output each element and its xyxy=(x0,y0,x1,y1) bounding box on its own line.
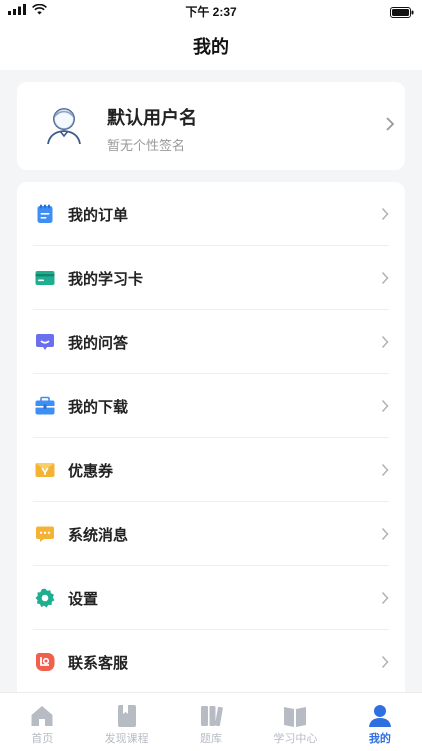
chevron-right-icon xyxy=(381,271,389,285)
tab-profile[interactable]: 我的 xyxy=(338,693,422,751)
menu-list: 我的订单 我的学习卡 我的问答 我的下载 优惠券 系统消息 设置 联系客服 xyxy=(17,182,405,712)
status-time: 下午 2:37 xyxy=(185,5,237,19)
study-center-icon xyxy=(284,707,307,727)
menu-item-orders[interactable]: 我的订单 xyxy=(17,182,405,246)
tab-study-center[interactable]: 学习中心 xyxy=(253,693,337,751)
chevron-right-icon xyxy=(381,591,389,605)
menu-item-downloads[interactable]: 我的下载 xyxy=(17,374,405,438)
menu-item-label: 我的问答 xyxy=(68,335,129,352)
order-icon xyxy=(37,204,53,223)
menu-item-label: 联系客服 xyxy=(68,655,129,672)
menu-item-coupons[interactable]: 优惠券 xyxy=(17,438,405,502)
chevron-right-icon xyxy=(386,117,395,131)
tab-label: 首页 xyxy=(31,733,54,745)
chevron-right-icon xyxy=(381,527,389,541)
qa-icon xyxy=(36,334,54,350)
profile-icon xyxy=(368,705,391,727)
signature: 暂无个性签名 xyxy=(107,138,186,153)
tab-label: 发现课程 xyxy=(104,733,149,745)
chevron-right-icon xyxy=(381,207,389,221)
coupon-icon xyxy=(35,463,55,477)
menu-item-label: 我的订单 xyxy=(68,207,129,224)
battery-icon xyxy=(390,5,414,23)
status-bar: 下午 2:37 xyxy=(0,0,422,22)
tab-home[interactable]: 首页 xyxy=(0,693,84,751)
home-icon xyxy=(31,706,53,726)
menu-item-study-card[interactable]: 我的学习卡 xyxy=(17,246,405,310)
tab-label: 我的 xyxy=(368,733,391,745)
chevron-right-icon xyxy=(381,335,389,349)
tab-bar: 首页 发现课程 题库 学习中心 我的 xyxy=(0,692,422,751)
message-icon xyxy=(36,526,54,542)
chevron-right-icon xyxy=(381,399,389,413)
question-bank-icon xyxy=(201,706,223,727)
tab-question-bank[interactable]: 题库 xyxy=(169,693,253,751)
page-title: 我的 xyxy=(193,37,229,57)
menu-item-label: 系统消息 xyxy=(68,527,129,544)
menu-item-customer-service[interactable]: 联系客服 xyxy=(17,630,405,694)
discover-courses-icon xyxy=(117,705,136,727)
chevron-right-icon xyxy=(381,463,389,477)
menu-item-label: 设置 xyxy=(68,591,99,608)
menu-item-label: 我的下载 xyxy=(68,399,129,416)
menu-item-messages[interactable]: 系统消息 xyxy=(17,502,405,566)
menu-item-settings[interactable]: 设置 xyxy=(17,566,405,630)
download-icon xyxy=(35,396,55,415)
nav-bar: 我的 xyxy=(0,22,422,70)
menu-item-label: 优惠券 xyxy=(68,463,114,480)
customer-service-icon xyxy=(36,653,55,671)
avatar-icon xyxy=(47,108,81,145)
chevron-right-icon xyxy=(381,655,389,669)
menu-item-label: 我的学习卡 xyxy=(68,271,144,288)
menu-item-qa[interactable]: 我的问答 xyxy=(17,310,405,374)
tab-label: 题库 xyxy=(200,733,223,745)
profile-card[interactable]: 默认用户名 暂无个性签名 xyxy=(17,82,405,170)
username: 默认用户名 xyxy=(107,108,197,128)
tab-discover-courses[interactable]: 发现课程 xyxy=(84,693,168,751)
study-card-icon xyxy=(35,271,55,285)
settings-icon xyxy=(35,588,55,608)
tab-label: 学习中心 xyxy=(273,733,318,745)
